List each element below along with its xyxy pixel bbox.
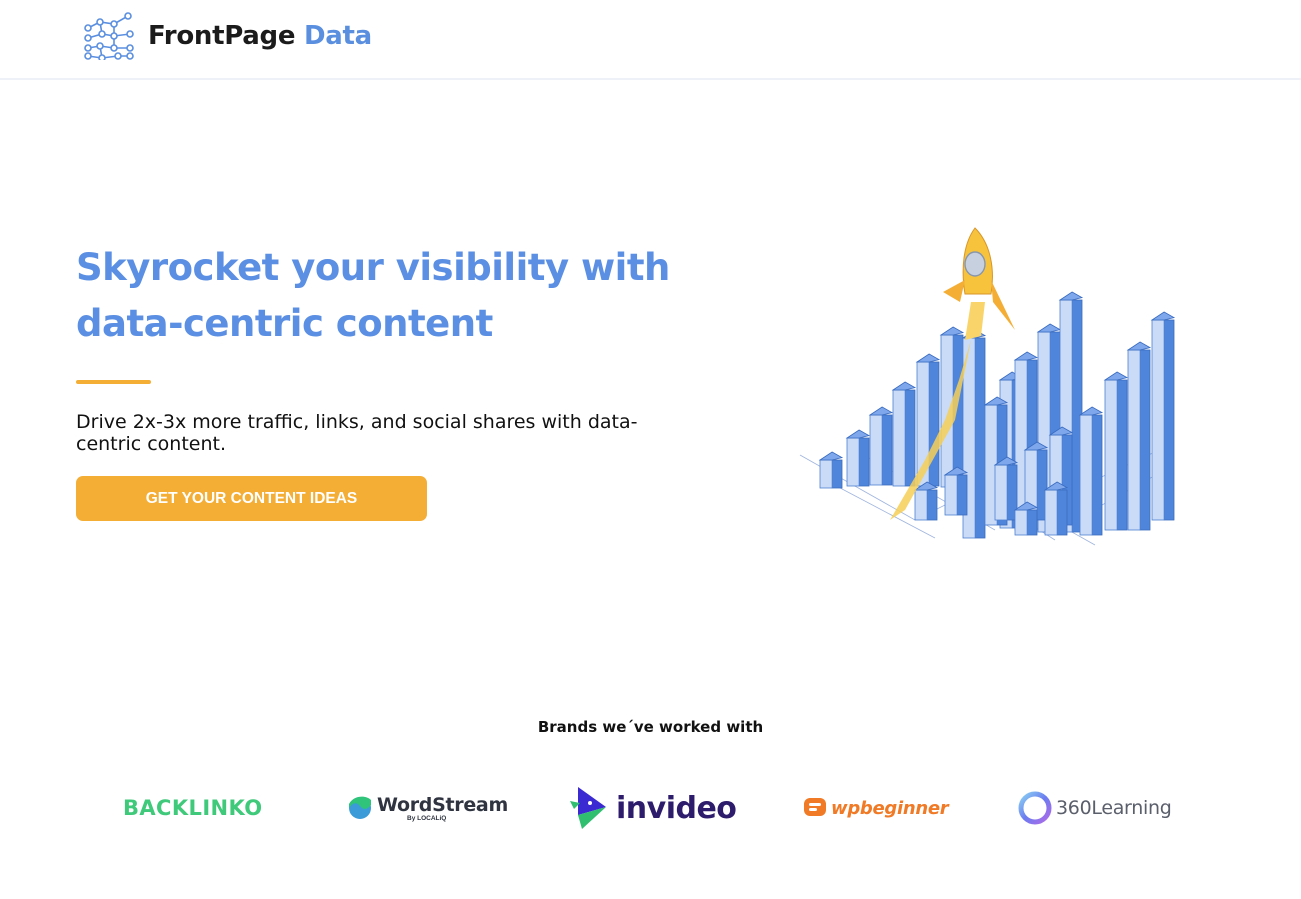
bar-front-face — [1044, 489, 1058, 536]
bar-side-face — [1091, 414, 1103, 536]
bar-top-face — [1013, 351, 1039, 361]
brand-backlinko[interactable]: BACKLINKO — [123, 782, 263, 834]
bar-top-face — [1103, 371, 1129, 381]
invideo-play-icon — [570, 787, 606, 829]
bar-front-face — [1014, 509, 1028, 536]
bar-front-face — [944, 474, 958, 516]
backlinko-logo: BACKLINKO — [123, 796, 263, 820]
brand-360learning[interactable]: 360Learning — [1017, 782, 1172, 834]
bar-front-face — [1151, 319, 1165, 521]
hero-title: Skyrocket your visibility with data-cent… — [76, 246, 670, 345]
bar-side-face — [1056, 489, 1068, 536]
bar-top-face — [1036, 323, 1062, 333]
brand-invideo[interactable]: invideo — [570, 782, 737, 834]
logo-word-frontpage: FrontPage — [148, 21, 296, 51]
bar-side-face — [974, 337, 986, 539]
bar-side-face — [926, 489, 938, 521]
bar-front-face — [892, 389, 906, 487]
bar-side-face — [904, 389, 916, 487]
bar-side-face — [881, 414, 893, 486]
wpbeginner-icon — [804, 798, 826, 816]
bar-top-face — [818, 451, 844, 461]
bar-top-face — [939, 326, 965, 336]
wordstream-wave-icon — [349, 796, 371, 819]
site-header: FrontPage Data — [0, 0, 1301, 80]
brand-wpbeginner[interactable]: wpbeginner — [803, 782, 949, 834]
bar-top-face — [891, 381, 917, 391]
360learning-ring-icon — [1018, 791, 1052, 825]
bar-top-face — [1078, 406, 1104, 416]
bar-front-face — [846, 437, 860, 487]
rocket-over-bar-chart-illustration — [799, 227, 1176, 546]
bar-top-face — [915, 353, 941, 363]
bar-side-face — [1139, 349, 1151, 531]
bar-front-face — [1079, 414, 1093, 536]
bar-side-face — [956, 474, 968, 516]
site-logo[interactable]: FrontPage Data — [84, 12, 372, 60]
bar-front-face — [819, 459, 833, 489]
bar-side-face — [928, 361, 940, 487]
bar-top-face — [1126, 341, 1152, 351]
bar-front-face — [1104, 379, 1118, 531]
logo-word-data: Data — [303, 21, 372, 51]
bar-front-face — [994, 464, 1008, 521]
brand-wordstream[interactable]: WordStream By LOCALiQ — [348, 782, 508, 834]
bar-side-face — [831, 459, 843, 489]
brands-heading: Brands we´ve worked with — [537, 718, 764, 736]
wordstream-name: WordStream — [377, 793, 508, 816]
network-graph-icon — [84, 12, 134, 60]
wordstream-wordmark: WordStream By LOCALiQ — [377, 795, 508, 822]
bar-side-face — [1026, 509, 1038, 536]
bar-side-face — [858, 437, 870, 487]
get-content-ideas-button[interactable]: GET YOUR CONTENT IDEAS — [76, 476, 427, 521]
wpbeginner-name: wpbeginner — [831, 797, 949, 819]
bar-front-face — [1127, 349, 1141, 531]
bar-front-face — [869, 414, 883, 486]
bar-front-face — [914, 489, 928, 521]
360learning-name: 360Learning — [1056, 797, 1172, 819]
hero-subtitle: Drive 2x-3x more traffic, links, and soc… — [76, 411, 638, 455]
bar-side-face — [1163, 319, 1175, 521]
wordstream-byline: By LOCALiQ — [407, 814, 447, 822]
bar-top-face — [1150, 311, 1176, 321]
invideo-name: invideo — [616, 790, 737, 826]
hero-divider — [76, 380, 151, 384]
bar-top-face — [1058, 291, 1084, 301]
bar-side-face — [1116, 379, 1128, 531]
bar-top-face — [845, 429, 871, 439]
logo-wordmark: FrontPage Data — [148, 21, 372, 51]
bar-top-face — [868, 406, 894, 416]
